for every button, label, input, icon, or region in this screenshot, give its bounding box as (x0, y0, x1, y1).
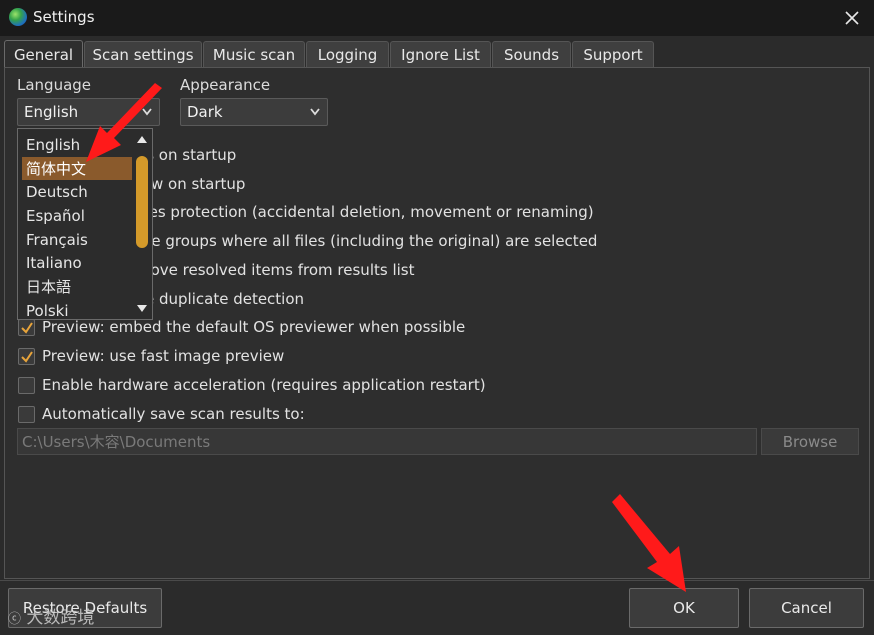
tab-scan-settings[interactable]: Scan settings (84, 41, 202, 68)
language-option-espanol[interactable]: Español (22, 204, 132, 227)
check-icon (21, 350, 33, 363)
language-value: English (24, 103, 79, 121)
option-auto-save-results[interactable]: Automatically save scan results to: (18, 403, 305, 425)
option-fast-image-preview[interactable]: Preview: use fast image preview (18, 345, 284, 367)
annotation-arrow-icon (86, 83, 162, 162)
language-option-polski[interactable]: Polski (22, 299, 132, 322)
language-option-japanese[interactable]: 日本語 (22, 275, 132, 298)
tab-logging[interactable]: Logging (306, 41, 389, 68)
app-globe-icon (9, 8, 27, 26)
window-title: Settings (33, 8, 95, 26)
cancel-button[interactable]: Cancel (749, 588, 864, 628)
option-hardware-acceleration[interactable]: Enable hardware acceleration (requires a… (18, 374, 486, 396)
chevron-down-icon (310, 108, 320, 116)
title-bar: Settings (0, 0, 874, 36)
tab-music-scan[interactable]: Music scan (203, 41, 305, 68)
save-path-input[interactable]: C:\Users\木容\Documents (17, 428, 757, 455)
tab-ignore-list[interactable]: Ignore List (390, 41, 491, 68)
appearance-label: Appearance (180, 76, 271, 94)
appearance-value: Dark (187, 103, 223, 121)
tab-support[interactable]: Support (572, 41, 654, 68)
watermark-logo: ⓒ 大数跨境 (8, 608, 95, 628)
appearance-select[interactable]: Dark (180, 98, 328, 126)
checkbox-checked[interactable] (18, 347, 35, 365)
checkbox[interactable] (18, 405, 35, 423)
close-icon[interactable] (838, 4, 866, 32)
language-option-deutsch[interactable]: Deutsch (22, 180, 132, 203)
annotation-arrow-icon (612, 494, 686, 592)
language-option-italiano[interactable]: Italiano (22, 251, 132, 274)
browse-button[interactable]: Browse (761, 428, 859, 455)
check-icon (21, 321, 33, 334)
tab-general[interactable]: General (4, 40, 83, 69)
checkbox[interactable] (18, 376, 35, 394)
language-option-francais[interactable]: Français (22, 228, 132, 251)
scroll-down-icon[interactable] (136, 302, 148, 314)
tab-sounds[interactable]: Sounds (492, 41, 571, 68)
